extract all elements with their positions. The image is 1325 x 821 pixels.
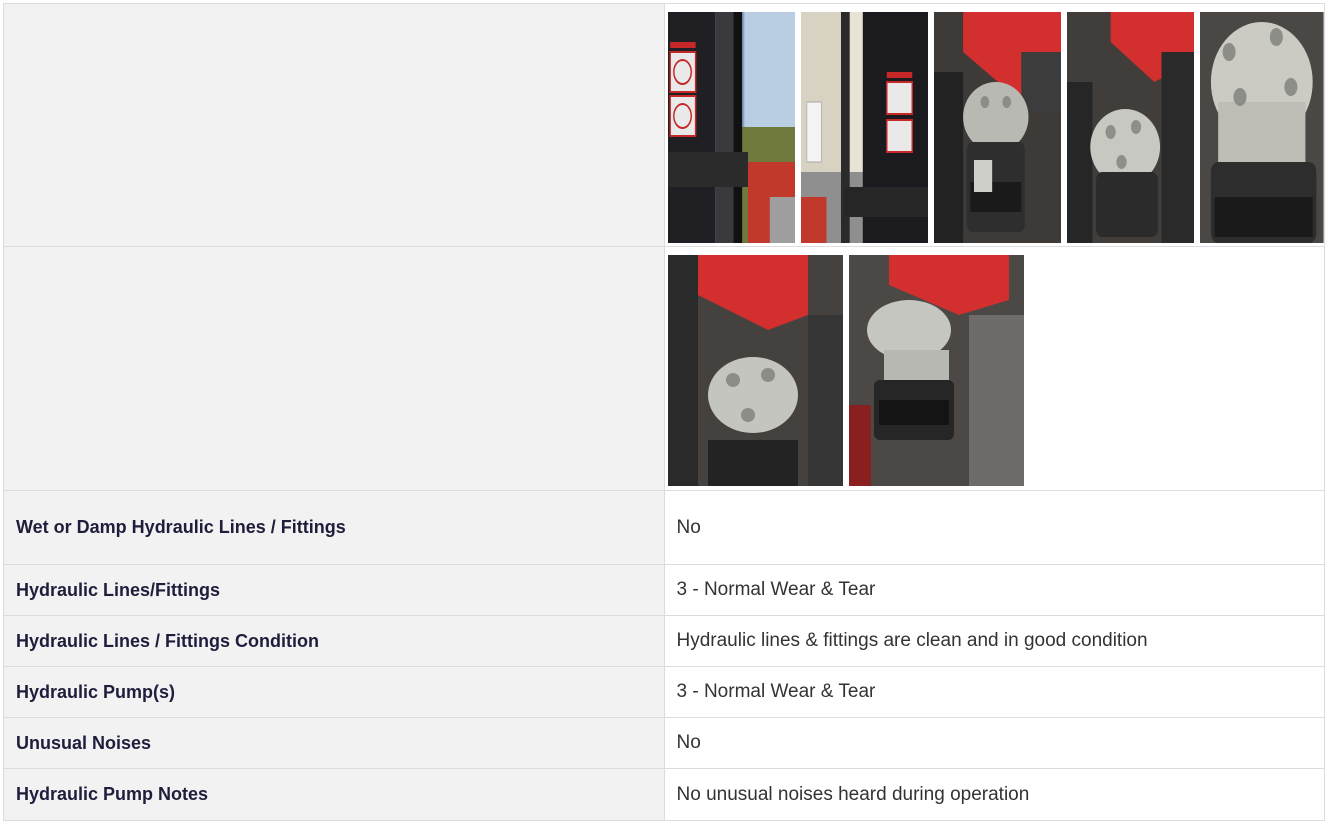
photo-thumbnail-pump-motor[interactable]	[848, 255, 1024, 486]
inspection-row: Hydraulic Pump Notes No unusual noises h…	[3, 768, 1325, 821]
photo-row	[3, 246, 1325, 491]
photo-row-label	[3, 3, 665, 247]
photo-cell	[663, 246, 1325, 491]
photo-thumbnail-pump-top[interactable]	[933, 11, 1062, 243]
inspection-row: Hydraulic Pump(s) 3 - Normal Wear & Tear	[3, 666, 1325, 718]
inspection-row: Hydraulic Lines / Fittings Condition Hyd…	[3, 615, 1325, 667]
row-value: No	[663, 490, 1325, 565]
inspection-row: Unusual Noises No	[3, 717, 1325, 769]
row-label: Wet or Damp Hydraulic Lines / Fittings	[3, 490, 665, 565]
row-value: No unusual noises heard during operation	[663, 768, 1325, 821]
inspection-row: Hydraulic Lines/Fittings 3 - Normal Wear…	[3, 564, 1325, 616]
inspection-row: Wet or Damp Hydraulic Lines / Fittings N…	[3, 490, 1325, 565]
photo-cell	[663, 3, 1325, 247]
row-value: 3 - Normal Wear & Tear	[663, 666, 1325, 718]
photo-thumbnail-pump-angle[interactable]	[1067, 11, 1195, 243]
inspection-table: Wet or Damp Hydraulic Lines / Fittings N…	[3, 3, 1325, 821]
row-label: Hydraulic Lines / Fittings Condition	[3, 615, 665, 667]
photo-strip	[665, 8, 1325, 243]
row-label: Hydraulic Pump(s)	[3, 666, 665, 718]
photo-row-label	[3, 246, 665, 491]
row-value: No	[663, 717, 1325, 769]
photo-thumbnail-mast-decals[interactable]	[667, 11, 795, 243]
row-value: Hydraulic lines & fittings are clean and…	[663, 615, 1325, 667]
row-value: 3 - Normal Wear & Tear	[663, 564, 1325, 616]
photo-strip	[665, 251, 1325, 486]
photo-thumbnail-mast-building[interactable]	[800, 11, 928, 243]
photo-thumbnail-pump-lines[interactable]	[667, 255, 843, 486]
row-label: Hydraulic Pump Notes	[3, 768, 665, 821]
row-label: Hydraulic Lines/Fittings	[3, 564, 665, 616]
photo-row	[3, 3, 1325, 247]
photo-thumbnail-pump-closeup[interactable]	[1200, 11, 1325, 243]
row-label: Unusual Noises	[3, 717, 665, 769]
